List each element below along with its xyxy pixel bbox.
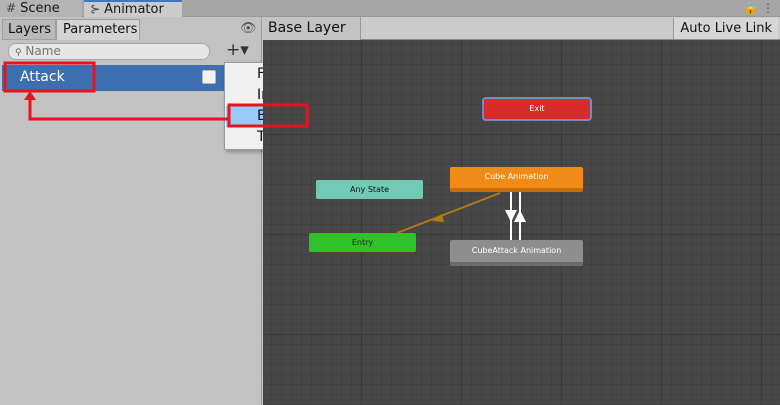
auto-live-link-button[interactable]: Auto Live Link (673, 18, 778, 39)
tab-layers[interactable]: Layers (2, 19, 56, 40)
state-any-state[interactable]: Any State (316, 180, 423, 199)
state-cubeattack-animation[interactable]: CubeAttack Animation (450, 240, 583, 266)
eye-icon[interactable]: 👁 (240, 21, 257, 36)
state-entry[interactable]: Entry (309, 233, 416, 252)
tab-animator[interactable]: ⊱ Animator (84, 0, 182, 17)
tab-scene-label: Scene (20, 1, 60, 16)
parameter-row-attack[interactable]: Attack (2, 65, 260, 91)
parameters-panel: Layers Parameters 👁 ⚲ +▾ Attack (0, 17, 262, 405)
graph-toolbar: Base Layer Auto Live Link (263, 17, 780, 40)
grid-icon: # (6, 1, 17, 15)
window-menu-icon[interactable]: 🔒 ⋮ (743, 0, 774, 17)
parameter-name[interactable]: Attack (20, 69, 65, 85)
tab-scene[interactable]: # Scene (0, 0, 82, 17)
add-parameter-button[interactable]: +▾ (226, 41, 258, 61)
state-exit[interactable]: Exit (484, 99, 590, 119)
search-icon: ⚲ (15, 48, 22, 58)
state-machine-graph[interactable] (263, 40, 780, 405)
state-cube-animation[interactable]: Cube Animation (450, 167, 583, 192)
parameter-bool-checkbox[interactable] (202, 70, 216, 84)
breadcrumb[interactable]: Base Layer (263, 17, 361, 40)
window-tab-bar: # Scene ⊱ Animator 🔒 ⋮ (0, 0, 780, 17)
tab-parameters[interactable]: Parameters (56, 19, 140, 40)
search-field[interactable]: ⚲ (8, 43, 210, 60)
animator-icon: ⊱ (90, 2, 101, 16)
search-input[interactable] (25, 44, 186, 58)
tab-animator-label: Animator (104, 2, 164, 17)
